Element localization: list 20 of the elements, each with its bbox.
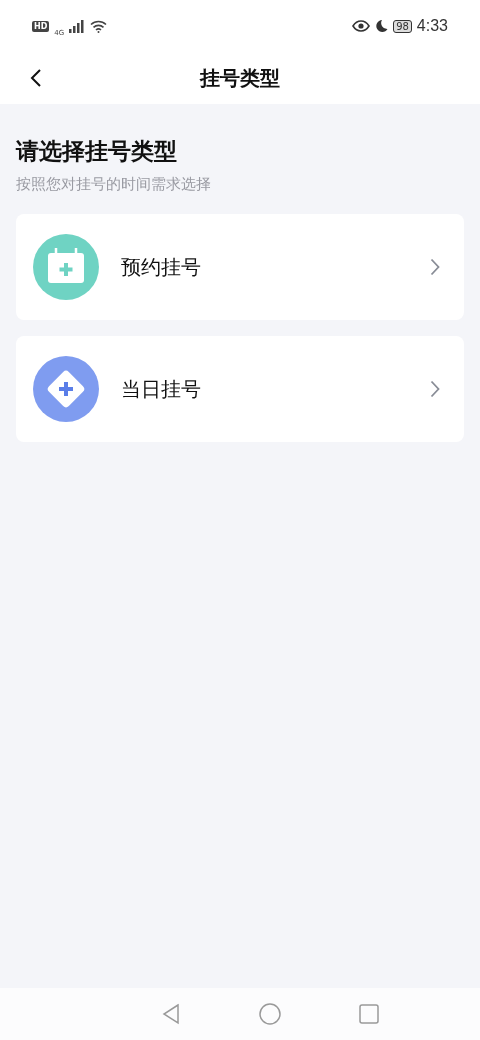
home-nav-icon[interactable] [259, 1003, 281, 1025]
section-subtitle: 按照您对挂号的时间需求选择 [16, 175, 212, 194]
moon-icon [375, 19, 389, 33]
wifi-icon [90, 19, 108, 33]
back-icon[interactable] [30, 68, 42, 88]
chevron-right-icon [430, 258, 440, 276]
signal-icon [69, 19, 86, 33]
option-label: 预约挂号 [121, 253, 202, 281]
back-nav-icon[interactable] [161, 1003, 181, 1025]
option-label: 当日挂号 [121, 375, 202, 403]
eye-icon [352, 20, 371, 32]
hd-badge: HD [32, 20, 50, 32]
page-title: 挂号类型 [200, 64, 280, 92]
option-card[interactable]: 当日挂号 [16, 336, 464, 442]
battery-level: 98 [393, 19, 412, 33]
option-card[interactable]: 预约挂号 [16, 214, 464, 320]
clock-time: 4:33 [416, 17, 448, 35]
section-heading: 请选择挂号类型 [16, 137, 178, 166]
chevron-right-icon [430, 380, 440, 398]
recents-nav-icon[interactable] [359, 1004, 379, 1024]
